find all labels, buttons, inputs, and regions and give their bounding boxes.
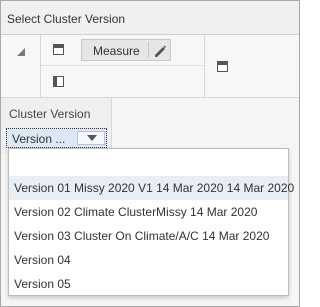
chip-divider: [148, 42, 149, 58]
corner-triangle-icon: [17, 48, 25, 56]
dropdown-selected-value: Version ...: [12, 132, 66, 146]
pivot-corner[interactable]: [1, 35, 41, 97]
pivot-header: Measure: [1, 35, 299, 98]
pencil-icon[interactable]: [153, 44, 167, 58]
menu-item-version-01[interactable]: Version 01 Missy 2020 V1 14 Mar 2020 14 …: [9, 176, 294, 200]
cluster-version-menu: Version 01 Missy 2020 V1 14 Mar 2020 14 …: [8, 148, 294, 296]
column-layout-icon[interactable]: [53, 44, 64, 55]
dialog-title: Select Cluster Version: [7, 12, 126, 26]
pivot-data-area: [205, 35, 299, 97]
menu-item-version-02[interactable]: Version 02 Climate ClusterMissy 14 Mar 2…: [9, 200, 288, 224]
menu-item-version-03[interactable]: Version 03 Cluster On Climate/A/C 14 Mar…: [9, 224, 288, 248]
menu-item-version-04[interactable]: Version 04: [9, 248, 288, 272]
cluster-version-dropdown[interactable]: Version ...: [6, 128, 107, 148]
data-layout-icon[interactable]: [217, 61, 228, 72]
measure-label: Measure: [93, 44, 140, 58]
cluster-version-dialog: Select Cluster Version Measure Cluster V: [0, 0, 300, 307]
row-header-area: [41, 66, 205, 97]
chevron-down-icon[interactable]: [77, 131, 105, 145]
filter-panel: Cluster Version Version ...: [1, 98, 112, 154]
filter-label: Cluster Version: [9, 107, 91, 121]
column-header-area: Measure: [41, 35, 205, 66]
dialog-titlebar: Select Cluster Version: [1, 1, 299, 35]
row-layout-icon[interactable]: [53, 76, 64, 87]
measure-chip[interactable]: Measure: [81, 39, 171, 61]
menu-item-version-05[interactable]: Version 05: [9, 272, 288, 296]
